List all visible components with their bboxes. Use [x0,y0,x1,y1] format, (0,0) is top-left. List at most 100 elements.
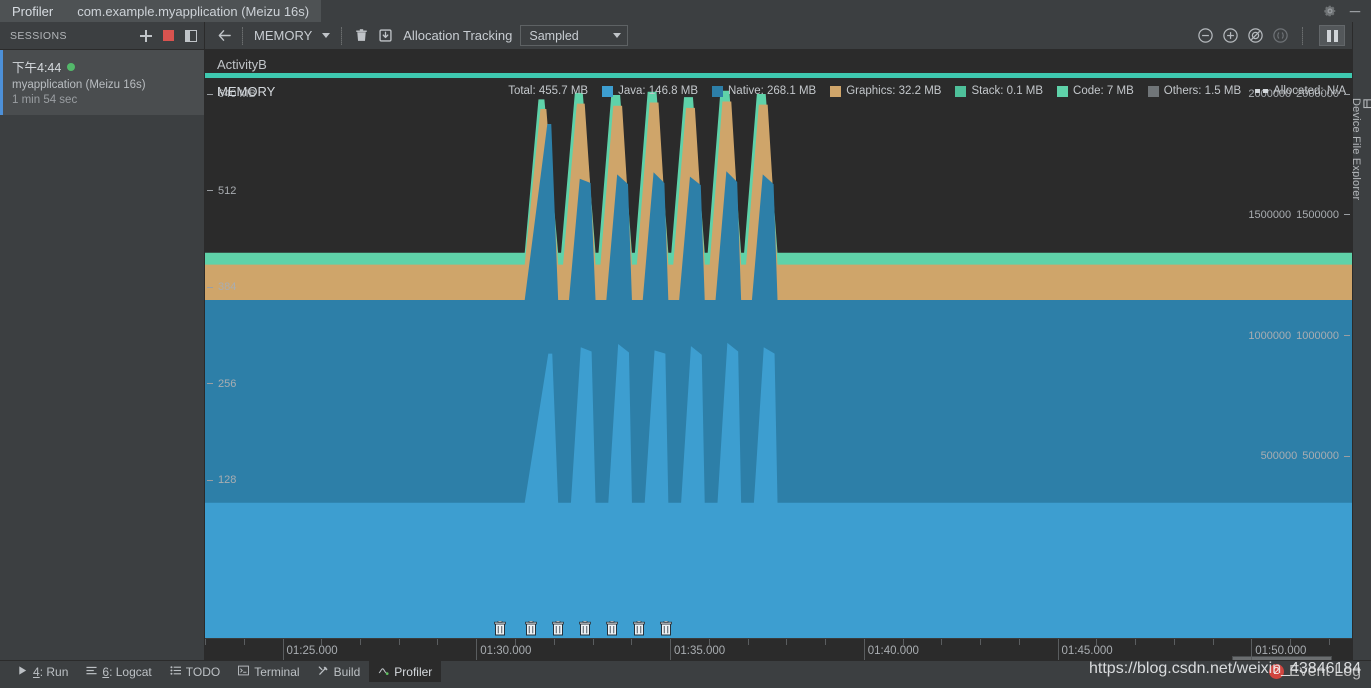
minimize-icon[interactable] [1348,4,1362,18]
main-body: SESSIONS 下午4:44 myapplication (Meizu 16s… [0,22,1371,667]
tool-window-label: TODO [185,664,221,679]
time-axis-minor-tick [553,639,555,645]
gc-event-icon[interactable] [493,620,506,636]
gc-event-icon[interactable] [578,620,591,636]
event-log-label: Event Log [1288,662,1361,680]
pause-icon-bar2 [1333,29,1338,42]
session-process: myapplication (Meizu 16s) [12,79,146,91]
tab-app-session[interactable]: com.example.myapplication (Meizu 16s) [65,0,322,22]
tool-window-button-todo[interactable]: TODO [161,661,229,683]
sessions-header: SESSIONS [0,22,204,50]
time-axis-minor-tick [205,639,206,645]
activity-band[interactable]: ActivityB [205,50,1352,80]
title-bar-spacer [321,0,1323,22]
time-axis-major-tick [1251,639,1253,660]
attach-live-icon[interactable] [1270,26,1290,46]
chevron-down-icon [322,33,331,38]
time-axis-minor-tick [980,639,981,645]
panel-toggle-icon[interactable] [185,29,197,42]
tool-window-button-terminal[interactable]: Terminal [229,661,308,683]
gc-event-row [205,618,1352,636]
pause-button[interactable] [1319,25,1345,46]
stage-selector[interactable]: MEMORY [250,28,334,43]
gc-event-icon[interactable] [551,620,564,636]
profiler-content: MEMORY Allocation Tracking Sampled Activ… [205,22,1352,667]
tool-window-button-6-logcat[interactable]: 6: Logcat [77,661,160,683]
tool-window-button-4-run[interactable]: 4: Run [8,661,77,683]
time-axis-label: 01:50.000 [1255,645,1307,657]
tool-window-button-build[interactable]: Build [309,661,370,683]
time-axis-minor-tick [437,639,439,645]
time-axis-label: 01:25.000 [286,645,338,657]
toolbar-right-actions [1195,25,1352,46]
time-axis-label: 01:35.000 [674,645,726,657]
zoom-out-icon[interactable] [1195,26,1215,46]
pause-icon [1326,29,1331,42]
time-axis-major-tick [863,639,865,660]
toolbar-separator-2 [341,26,343,45]
save-heap-dump-button[interactable] [373,24,397,48]
toolbar-separator-3 [1302,26,1303,45]
time-axis-label: 01:40.000 [867,645,919,657]
event-log-badge: 2 [1268,664,1284,679]
chevron-down-icon [613,33,622,38]
stage-selector-label: MEMORY [254,28,313,43]
build-icon [318,665,329,679]
title-bar: Profiler com.example.myapplication (Meiz… [0,0,1371,22]
time-axis-minor-tick [1328,639,1330,645]
title-bar-actions [1323,0,1371,22]
stop-icon[interactable] [163,30,174,41]
event-log-area[interactable]: 2 Event Log [1268,662,1371,681]
reset-zoom-icon[interactable] [1245,26,1265,46]
toolbar-separator-1 [242,26,243,45]
time-axis-minor-tick [398,639,400,645]
time-axis-minor-tick [1173,639,1175,645]
zoom-in-icon[interactable] [1220,26,1240,46]
tool-window-label: Profiler [394,664,433,679]
tab-app-session-label: com.example.myapplication (Meizu 16s) [77,3,310,19]
activity-label: ActivityB [217,57,267,72]
timeline-axis[interactable]: 01:25.000 01:30.000 01:35.000 01:40.000 01:4… [205,638,1352,667]
time-axis-minor-tick [360,639,361,645]
sessions-panel: SESSIONS 下午4:44 myapplication (Meizu 16s… [0,22,205,660]
tool-window-button-profiler[interactable]: Profiler [369,660,442,683]
time-axis-minor-tick [1212,639,1214,645]
right-tool-strip: Device File Explorer [1350,22,1371,660]
logcat-icon [86,665,97,679]
time-axis-minor-tick [786,639,788,645]
time-axis-major-tick [476,639,478,660]
tool-window-label: Build [333,664,361,679]
live-dot-icon [67,62,76,71]
folder-icon [1362,98,1371,197]
time-axis-minor-tick [631,639,633,645]
heap-dump-button[interactable] [349,24,373,48]
tool-window-label: 6: Logcat [102,664,152,679]
allocation-tracking-select[interactable]: Sampled [520,25,629,46]
tab-profiler[interactable]: Profiler [0,0,66,22]
session-time-row: 下午4:44 [12,57,194,76]
time-axis-label: 01:45.000 [1061,645,1113,657]
status-bar: Session 'app': Error Launching activity … [0,682,1371,688]
run-icon [17,665,28,679]
gear-icon[interactable] [1323,4,1337,18]
profiler-toolbar: MEMORY Allocation Tracking Sampled [205,22,1352,50]
tool-window-label: 4: Run [33,664,69,679]
memory-stage: ActivityB MEMORY Total: 455.7 MB Java: 14… [205,50,1352,667]
memory-area-plot [205,80,1352,638]
gc-event-icon[interactable] [524,620,537,636]
gc-event-icon[interactable] [633,620,645,636]
gc-event-icon[interactable] [605,620,618,636]
time-axis-minor-tick [1134,639,1136,645]
list-item[interactable]: 下午4:44 myapplication (Meizu 16s) 1 min 5… [0,50,204,115]
time-axis-label: 01:30.000 [480,645,532,657]
back-arrow-icon[interactable] [213,25,235,47]
time-axis-major-tick [669,639,671,660]
session-duration: 1 min 54 sec [12,94,78,106]
gc-event-icon[interactable] [660,620,673,636]
time-axis-minor-tick [825,639,826,645]
time-axis-major-tick [282,639,284,660]
time-axis-major-tick [1057,639,1059,660]
memory-chart[interactable]: MEMORY Total: 455.7 MB Java: 146.8 MB Nati… [205,80,1352,638]
plus-icon[interactable] [140,29,152,42]
allocation-tracking-value: Sampled [529,28,579,43]
